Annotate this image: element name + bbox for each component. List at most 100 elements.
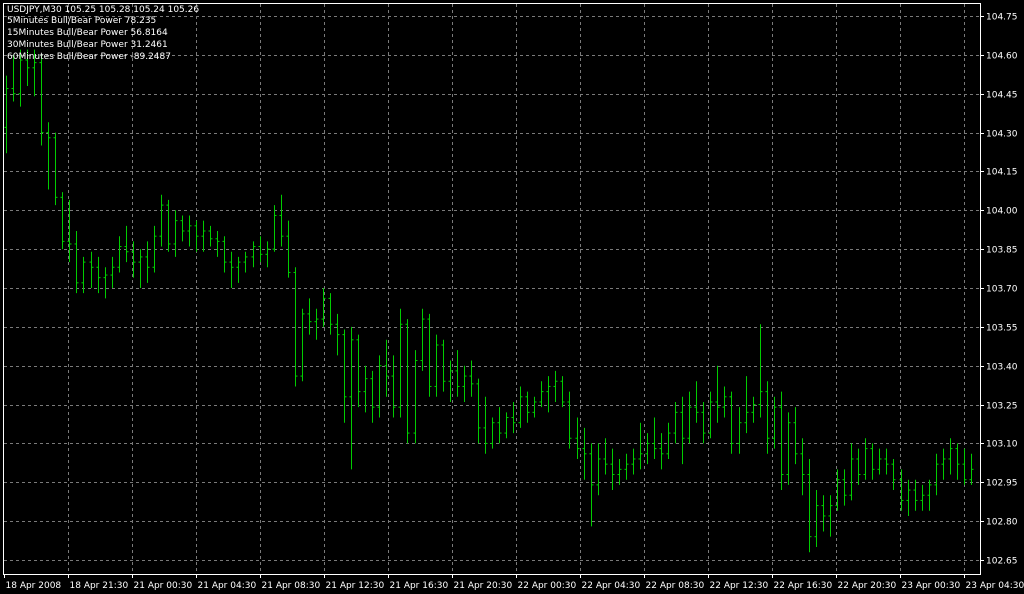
ohlc-bar bbox=[589, 443, 594, 527]
ohlc-bar bbox=[814, 490, 819, 548]
ohlc-bar bbox=[356, 334, 361, 408]
ohlc-bar bbox=[236, 256, 241, 283]
ohlc-bar bbox=[800, 438, 805, 496]
ohlc-bar bbox=[265, 241, 270, 268]
grid bbox=[4, 4, 980, 574]
ohlc-bar bbox=[694, 381, 699, 423]
x-tick-label: 22 Apr 08:30 bbox=[646, 581, 705, 591]
ohlc-bar bbox=[941, 448, 946, 480]
ohlc-bar bbox=[511, 401, 516, 434]
ohlc-bar bbox=[779, 391, 784, 491]
ohlc-bar bbox=[138, 249, 143, 288]
ohlc-bar bbox=[948, 438, 953, 475]
ohlc-bar bbox=[553, 370, 558, 402]
ohlc-bar bbox=[314, 308, 319, 340]
ohlc-bar bbox=[828, 495, 833, 537]
ohlc-bar bbox=[441, 339, 446, 392]
y-tick-label: 104.15 bbox=[986, 168, 1018, 178]
x-tick-label: 21 Apr 12:30 bbox=[326, 581, 385, 591]
ohlc-bar bbox=[497, 407, 502, 444]
indicator-5min: 5Minutes Bull/Bear Power 78.235 bbox=[7, 16, 157, 26]
ohlc-bar bbox=[4, 75, 9, 154]
ohlc-bar bbox=[737, 407, 742, 454]
ohlc-bar bbox=[546, 376, 551, 413]
ohlc-bar bbox=[434, 334, 439, 397]
ohlc-bar bbox=[117, 236, 122, 273]
ohlc-bar bbox=[906, 479, 911, 516]
ohlc-bar bbox=[81, 256, 86, 294]
ohlc-bar bbox=[194, 220, 199, 252]
ohlc-bar bbox=[300, 308, 305, 382]
ohlc-bar bbox=[455, 350, 460, 397]
ohlc-bar bbox=[504, 412, 509, 439]
ohlc-bar bbox=[913, 479, 918, 511]
ohlc-bar bbox=[201, 220, 206, 252]
ohlc-bar bbox=[652, 417, 657, 459]
ohlc-bar bbox=[272, 205, 277, 252]
price-chart[interactable]: 104.75 104.60 104.45 104.30 104.15 104.00 103.… bbox=[0, 0, 1024, 594]
ohlc-bar bbox=[821, 495, 826, 532]
ohlc-bar bbox=[124, 225, 129, 263]
time-axis: 18 Apr 2008 18 Apr 21:30 21 Apr 00:30 21 Ap… bbox=[4, 574, 1024, 591]
x-tick-label: 22 Apr 20:30 bbox=[838, 581, 897, 591]
x-tick-label: 21 Apr 00:30 bbox=[134, 581, 193, 591]
ohlc-bar bbox=[307, 298, 312, 335]
ohlc-bar bbox=[251, 241, 256, 268]
ohlc-bar bbox=[518, 386, 523, 428]
y-tick-label: 104.45 bbox=[986, 91, 1018, 101]
ohlc-bar bbox=[342, 329, 347, 423]
ohlc-bar bbox=[955, 443, 960, 480]
ohlc-bar bbox=[575, 417, 580, 459]
ohlc-bar bbox=[377, 355, 382, 418]
ohlc-bar bbox=[962, 448, 967, 485]
ohlc-bar bbox=[335, 313, 340, 356]
ohlc-bar bbox=[596, 443, 601, 496]
ohlc-bar bbox=[673, 401, 678, 444]
x-tick-label: 22 Apr 16:30 bbox=[774, 581, 833, 591]
ohlc-bar bbox=[610, 448, 615, 491]
x-tick-label: 21 Apr 08:30 bbox=[262, 581, 321, 591]
ohlc-bar bbox=[166, 199, 171, 252]
ohlc-bar bbox=[279, 194, 284, 247]
ohlc-bar bbox=[413, 350, 418, 444]
x-tick-label: 23 Apr 04:30 bbox=[966, 581, 1024, 591]
chart-window[interactable]: 104.75 104.60 104.45 104.30 104.15 104.00 103.… bbox=[0, 0, 1024, 594]
x-tick-label: 21 Apr 20:30 bbox=[454, 581, 513, 591]
ohlc-bar bbox=[638, 422, 643, 470]
ohlc-bar bbox=[525, 391, 530, 423]
x-tick-label: 18 Apr 2008 bbox=[6, 581, 62, 591]
ohlc-bar bbox=[631, 448, 636, 475]
ohlc-bar bbox=[427, 313, 432, 397]
y-tick-label: 104.30 bbox=[986, 130, 1018, 140]
ohlc-bar bbox=[103, 267, 108, 299]
ohlc-bar bbox=[74, 231, 79, 294]
x-tick-label: 22 Apr 04:30 bbox=[582, 581, 641, 591]
ohlc-bar bbox=[420, 308, 425, 371]
ohlc-bar bbox=[159, 194, 164, 247]
x-tick-label: 23 Apr 00:30 bbox=[902, 581, 961, 591]
ohlc-bar bbox=[187, 215, 192, 247]
ohlc-bar bbox=[680, 396, 685, 465]
y-tick-label: 102.95 bbox=[986, 479, 1018, 489]
ohlc-bar bbox=[645, 433, 650, 465]
ohlc-bar bbox=[617, 458, 622, 485]
y-tick-label: 103.70 bbox=[986, 285, 1018, 295]
x-tick-label: 22 Apr 00:30 bbox=[518, 581, 577, 591]
ohlc-bar bbox=[722, 386, 727, 418]
ohlc-bar bbox=[849, 443, 854, 501]
ohlc-bar bbox=[751, 396, 756, 423]
ohlc-bar bbox=[744, 376, 749, 434]
indicator-60min: 60Minutes Bull/Bear Power -89.2487 bbox=[7, 52, 171, 62]
ohlc-bar bbox=[842, 469, 847, 506]
ohlc-bar bbox=[934, 453, 939, 496]
ohlc-bar bbox=[89, 251, 94, 288]
ohlc-bar bbox=[793, 407, 798, 465]
ohlc-bar bbox=[884, 448, 889, 475]
x-tick-label: 18 Apr 21:30 bbox=[70, 581, 129, 591]
ohlc-bar bbox=[582, 427, 587, 480]
y-tick-label: 104.60 bbox=[986, 52, 1018, 62]
ohlc-bar bbox=[920, 484, 925, 511]
ohlc-bar bbox=[469, 360, 474, 397]
ohlc-bar bbox=[765, 381, 770, 454]
ohlc-bar bbox=[786, 412, 791, 485]
